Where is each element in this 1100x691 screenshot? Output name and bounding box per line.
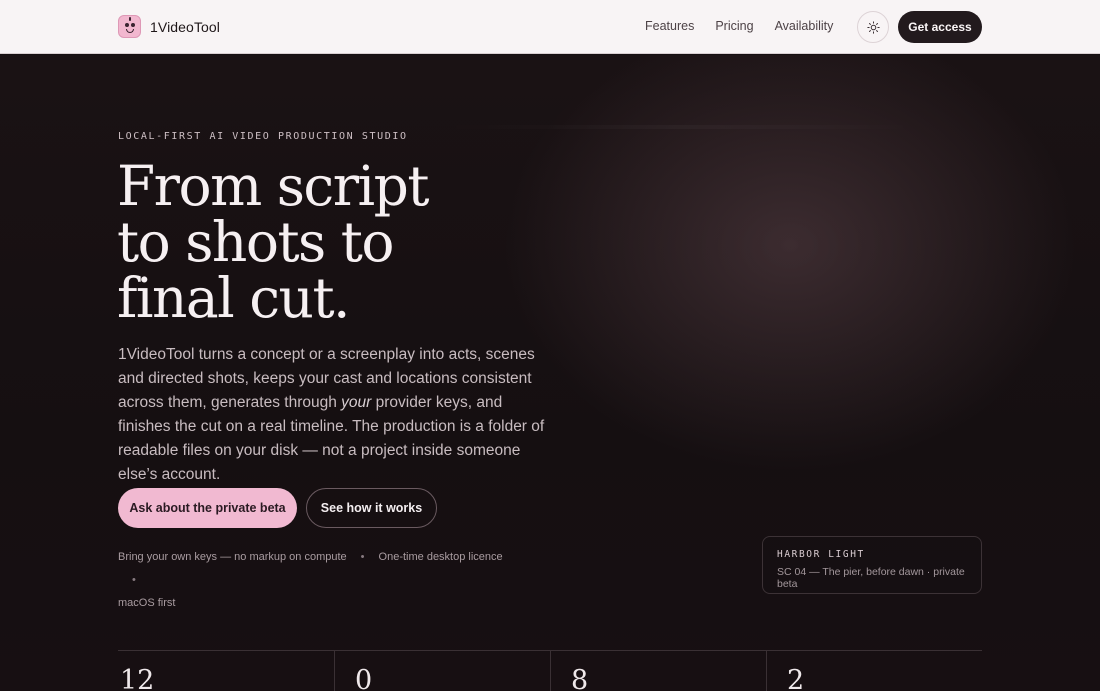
theme-toggle-button[interactable] [857,11,889,43]
project-card: HARBOR LIGHT SC 04 — The pier, before da… [762,536,982,594]
fact-separator: • [360,551,365,563]
feature-facts: Bring your own keys — no markup on compu… [118,546,518,615]
brand[interactable]: 1VideoTool [118,15,220,38]
sun-icon [866,20,880,34]
fact-item: Bring your own keys — no markup on compu… [118,551,347,563]
hero-glow [440,125,920,129]
site-header: 1VideoTool Features Pricing Availability… [0,0,1100,54]
stat-value: 0 [355,665,373,691]
description-emphasis: your [341,394,372,411]
headline-line: From script [117,154,429,218]
fact-separator: • [132,574,136,586]
fact-item: One-time desktop licence [378,551,503,563]
stat-value: 8 [571,665,589,691]
robot-logo-icon [118,15,141,38]
headline-line: final cut. [117,266,351,330]
private-beta-button[interactable]: Ask about the private beta [118,488,297,528]
nav-link-pricing[interactable]: Pricing [715,19,753,33]
headline-line: to shots to [117,210,394,274]
stat-item: 8 [550,651,766,691]
fact-item: macOS first [118,597,176,609]
stat-item: 0 [334,651,550,691]
project-title: HARBOR LIGHT [777,549,865,560]
stat-value: 12 [120,665,155,691]
hero-description: 1VideoTool turns a concept or a screenpl… [118,343,558,487]
stat-value: 2 [787,665,805,691]
stat-item: 12 [118,651,334,691]
brand-name: 1VideoTool [150,18,221,35]
stat-item: 2 [766,651,982,691]
stats-row: 12 0 8 2 [118,651,982,691]
hero-section: LOCAL-FIRST AI VIDEO PRODUCTION STUDIO F… [0,55,1100,691]
nav-link-availability[interactable]: Availability [775,19,834,33]
get-access-button[interactable]: Get access [898,11,982,43]
nav-link-features[interactable]: Features [645,19,694,33]
hero-headline: From script to shots to final cut. [117,158,597,326]
project-subtitle: SC 04 — The pier, before dawn · private … [777,566,965,590]
how-it-works-button[interactable]: See how it works [306,488,437,528]
main-nav: Features Pricing Availability [645,19,854,33]
hero-eyebrow: LOCAL-FIRST AI VIDEO PRODUCTION STUDIO [118,131,408,142]
